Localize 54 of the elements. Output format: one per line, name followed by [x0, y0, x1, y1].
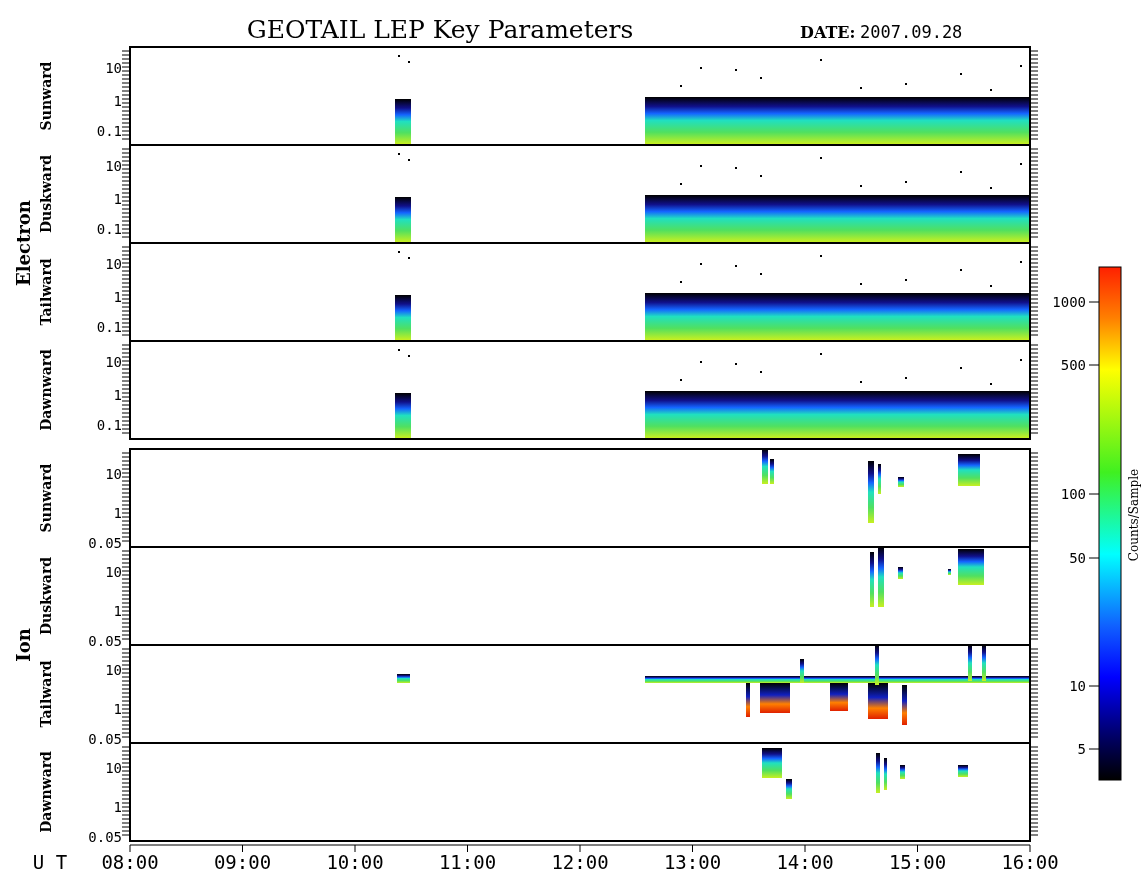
x-tick-label: 12:00	[551, 851, 609, 873]
y-tick-label: 0.05	[88, 731, 122, 747]
y-tick-label: 1	[113, 387, 122, 403]
colorbar-label: Counts/Sample	[1127, 468, 1141, 562]
panel-label: Sunward	[38, 61, 54, 131]
x-tick-label: 10:00	[326, 851, 384, 873]
x-tick-label: 11:00	[438, 851, 497, 873]
y-tick-label: 1	[113, 289, 122, 305]
colorbar-tick-label: 500	[1060, 357, 1086, 373]
colorbar-tick-label: 5	[1077, 741, 1086, 757]
y-tick-label: 0.05	[88, 829, 122, 845]
date-label: DATE:	[800, 23, 856, 42]
y-tick-label: 0.05	[88, 633, 122, 649]
plot-title: GEOTAIL LEP Key Parameters	[246, 15, 634, 44]
y-tick-label: 1	[113, 603, 122, 619]
y-tick-label: 0.05	[88, 535, 122, 551]
colorbar-tick-label: 100	[1060, 486, 1086, 502]
panel-label: Tailward	[38, 258, 54, 326]
y-tick-label: 1	[113, 191, 122, 207]
y-tick-label: 10	[105, 466, 122, 482]
panel-label: Dawnward	[38, 751, 54, 833]
colorbar-tick-label: 1000	[1052, 294, 1086, 310]
x-tick-label: 13:00	[663, 851, 722, 873]
y-tick-label: 10	[105, 760, 122, 776]
x-tick-label: 15:00	[888, 851, 947, 873]
panel-label: Sunward	[38, 463, 54, 533]
panel-label: Dawnward	[38, 349, 54, 431]
y-tick-label: 10	[105, 60, 122, 76]
x-axis-label: U T	[32, 851, 68, 873]
y-tick-label: 1	[113, 93, 122, 109]
y-tick-label: 10	[105, 564, 122, 580]
y-tick-label: 0.1	[96, 123, 122, 139]
group-label: Electron	[13, 200, 34, 286]
panel-label: Tailward	[38, 660, 54, 728]
y-tick-label: 1	[113, 505, 122, 521]
y-tick-label: 10	[105, 158, 122, 174]
panel-label: Duskward	[38, 154, 54, 234]
y-tick-label: 0.1	[96, 417, 122, 433]
y-tick-label: 1	[113, 701, 122, 717]
x-tick-label: 08:00	[101, 851, 159, 873]
y-tick-label: 1	[113, 799, 122, 815]
colorbar-tick-label: 50	[1069, 550, 1086, 566]
y-tick-label: 0.1	[96, 221, 122, 237]
colorbar-tick-label: 10	[1069, 678, 1086, 694]
y-tick-label: 0.1	[96, 319, 122, 335]
x-tick-label: 16:00	[1001, 851, 1059, 873]
y-tick-label: 10	[105, 354, 122, 370]
date-value: 2007.09.28	[860, 22, 963, 42]
y-tick-label: 10	[105, 256, 122, 272]
y-tick-label: 10	[105, 662, 122, 678]
group-label: Ion	[13, 628, 34, 662]
x-tick-label: 14:00	[776, 851, 834, 873]
panel-label: Duskward	[38, 556, 54, 636]
x-tick-label: 09:00	[213, 851, 272, 873]
